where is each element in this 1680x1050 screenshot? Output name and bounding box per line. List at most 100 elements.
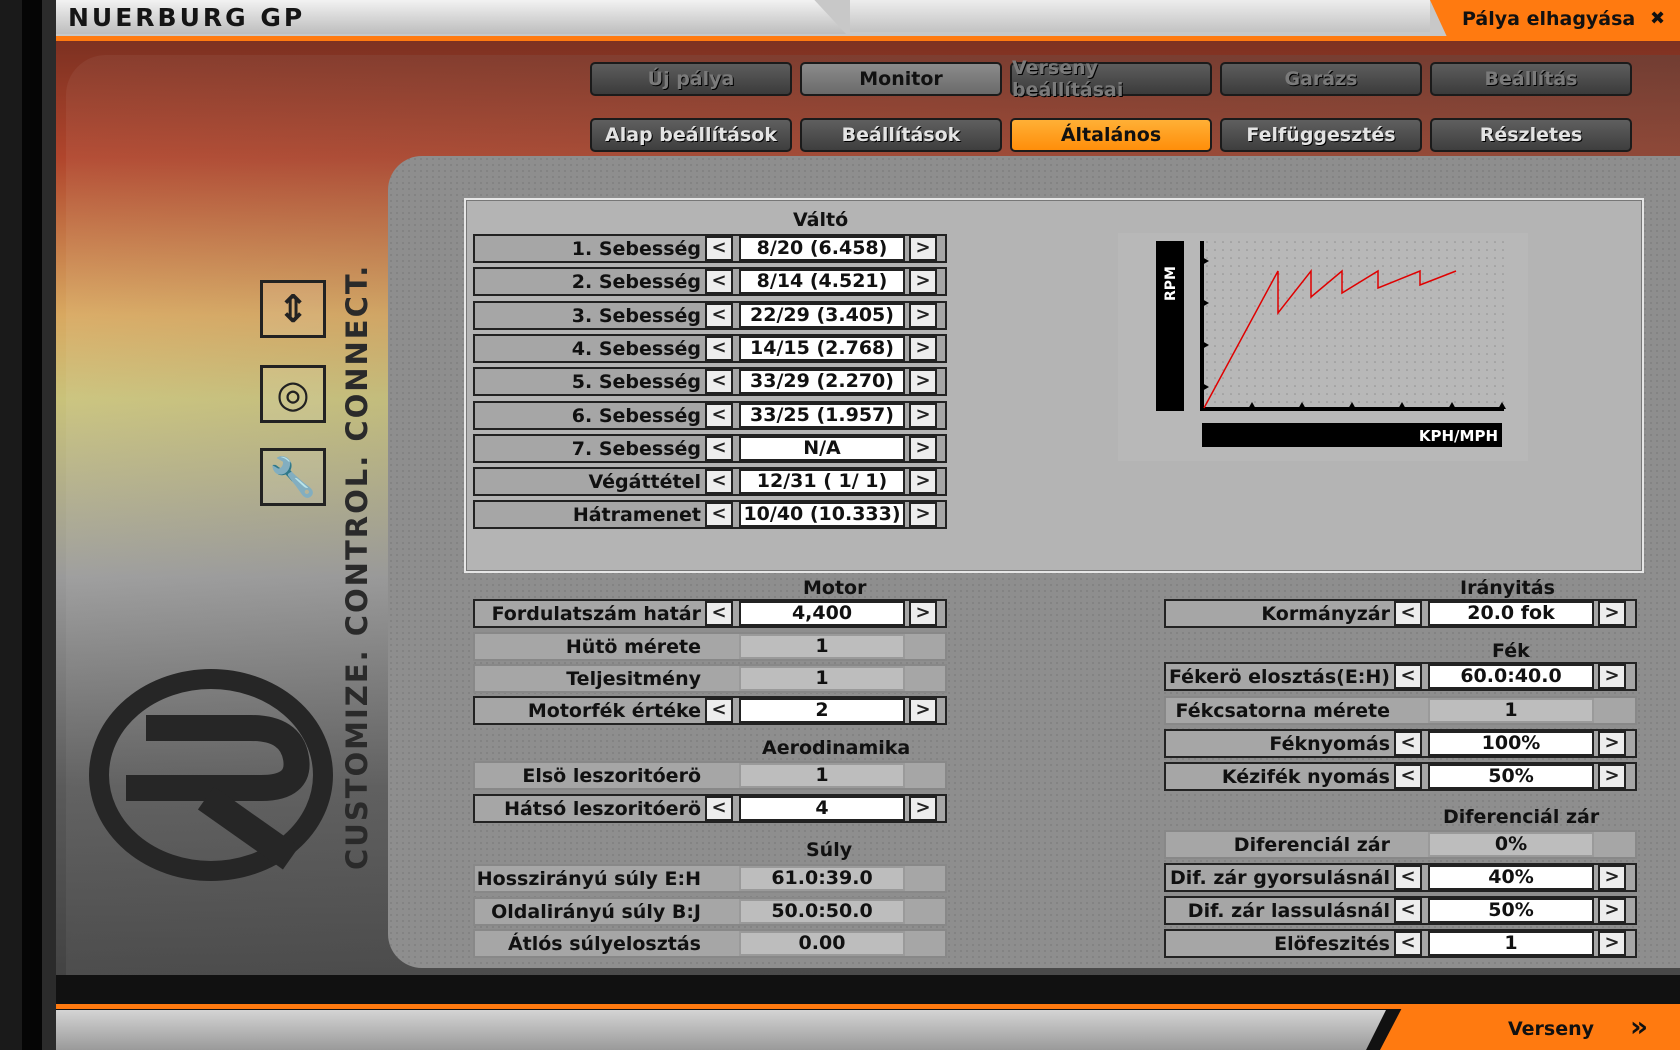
motor-row-2-value: 1	[739, 666, 905, 691]
gear-row-7-increase-button[interactable]: >	[909, 469, 937, 495]
main-tab-1[interactable]: Monitor	[800, 62, 1002, 96]
wrench-icon[interactable]: 🔧	[260, 448, 326, 506]
diff-row-1-decrease-button[interactable]: <	[1394, 865, 1422, 890]
gear-row-5-value: 33/25 (1.957)	[739, 402, 905, 428]
diff-row-3-label: Elöfeszités	[1274, 933, 1390, 955]
header-accent-line	[56, 36, 1680, 41]
gear-row-0-label: 1. Sebesség	[571, 238, 701, 260]
diff-row-1-value: 40%	[1428, 865, 1594, 890]
diff-row-3: Elöfeszités < >1	[1164, 929, 1637, 958]
exit-track-label[interactable]: Pálya elhagyása	[1462, 8, 1635, 30]
gear-row-0-decrease-button[interactable]: <	[705, 236, 733, 261]
gear-row-7-label: Végáttétel	[588, 471, 701, 494]
race-label[interactable]: Verseny	[1508, 1018, 1594, 1040]
gear-row-6: 7. Sebesség < > N/A	[473, 433, 947, 463]
gear-row-3-value: 14/15 (2.768)	[739, 335, 905, 361]
gear-row-3: 4. Sebesség < >14/15 (2.768)	[473, 333, 947, 363]
motor-row-1: Hütö mérete 1	[473, 632, 947, 661]
weight-row-2: Átlós súlyelosztás 0.00	[473, 929, 947, 958]
setup-tab-3[interactable]: Felfüggesztés	[1220, 118, 1422, 152]
main-tab-2[interactable]: Verseny beállításai	[1010, 57, 1212, 101]
steering-row-0-increase-button[interactable]: >	[1598, 601, 1626, 626]
diff-title: Diferenciál zár	[1443, 806, 1600, 828]
aero-row-1-increase-button[interactable]: >	[909, 796, 937, 821]
diff-row-2-increase-button[interactable]: >	[1598, 898, 1626, 923]
setup-tab-4[interactable]: Részletes	[1430, 118, 1632, 152]
diff-row-2-decrease-button[interactable]: <	[1394, 898, 1422, 923]
main-tab-4[interactable]: Beállítás	[1430, 62, 1632, 96]
brake-row-1-label: Fékcsatorna mérete	[1175, 700, 1390, 722]
gear-row-6-decrease-button[interactable]: <	[705, 435, 733, 461]
gear-row-3-decrease-button[interactable]: <	[705, 335, 733, 361]
gear-row-2-increase-button[interactable]: >	[909, 302, 937, 328]
brake-row-3: Kézifék nyomás < >50%	[1164, 762, 1637, 791]
diff-row-1-label: Dif. zár gyorsulásnál	[1170, 867, 1390, 889]
brake-row-2: Féknyomás < >100%	[1164, 729, 1637, 758]
weight-title: Súly	[806, 839, 853, 861]
aero-title: Aerodinamika	[762, 737, 911, 759]
gear-row-0: 1. Sebesség < >8/20 (6.458)	[473, 234, 947, 263]
gear-row-4-decrease-button[interactable]: <	[705, 369, 733, 395]
gear-row-5-increase-button[interactable]: >	[909, 402, 937, 428]
steering-wheel-icon[interactable]: ◎	[260, 365, 326, 423]
gear-row-3-increase-button[interactable]: >	[909, 335, 937, 361]
motor-row-3-label: Motorfék értéke	[527, 700, 701, 722]
weight-row-1: Oldalirányú súly B:J 50.0:50.0	[473, 897, 947, 926]
main-tab-3[interactable]: Garázs	[1220, 62, 1422, 96]
brake-row-0-decrease-button[interactable]: <	[1394, 664, 1422, 689]
weight-row-1-label: Oldalirányú súly B:J	[491, 901, 701, 923]
setup-tab-0[interactable]: Alap beállítások	[590, 118, 792, 152]
motor-row-3-value: 2	[739, 698, 905, 723]
weight-row-0: Hosszirányú súly E:H 61.0:39.0	[473, 864, 947, 893]
brake-row-0-increase-button[interactable]: >	[1598, 664, 1626, 689]
main-tab-0[interactable]: Új pálya	[590, 62, 792, 96]
aero-row-1-decrease-button[interactable]: <	[705, 796, 733, 821]
gear-row-4-increase-button[interactable]: >	[909, 369, 937, 395]
diff-row-1-increase-button[interactable]: >	[1598, 865, 1626, 890]
aero-row-0-value: 1	[739, 763, 905, 788]
double-chevron-right-icon[interactable]: »	[1630, 1010, 1648, 1043]
gear-row-8-increase-button[interactable]: >	[909, 502, 937, 528]
gear-row-6-increase-button[interactable]: >	[909, 435, 937, 461]
brake-row-2-value: 100%	[1428, 731, 1594, 756]
steering-row-0-label: Kormányzár	[1261, 603, 1390, 625]
gear-row-2-decrease-button[interactable]: <	[705, 302, 733, 328]
gear-row-7-decrease-button[interactable]: <	[705, 469, 733, 495]
gear-row-0-increase-button[interactable]: >	[909, 236, 937, 261]
steering-row-0-decrease-button[interactable]: <	[1394, 601, 1422, 626]
motor-row-1-label: Hütö mérete	[565, 636, 701, 658]
diff-row-3-increase-button[interactable]: >	[1598, 931, 1626, 956]
brake-row-3-decrease-button[interactable]: <	[1394, 764, 1422, 789]
gear-row-1-decrease-button[interactable]: <	[705, 269, 733, 295]
brake-row-0-label: Fékerö elosztás(E:H)	[1168, 666, 1390, 688]
setup-tab-2[interactable]: Általános	[1010, 118, 1212, 152]
brake-row-2-decrease-button[interactable]: <	[1394, 731, 1422, 756]
motor-row-3-increase-button[interactable]: >	[909, 698, 937, 723]
brake-row-3-increase-button[interactable]: >	[1598, 764, 1626, 789]
motor-row-2: Teljesitmény 1	[473, 664, 947, 693]
motor-row-0-increase-button[interactable]: >	[909, 601, 937, 626]
gear-row-4-label: 5. Sebesség	[571, 371, 701, 394]
gear-row-1-increase-button[interactable]: >	[909, 269, 937, 295]
gearbox-title: Váltó	[793, 209, 849, 231]
diff-row-0-value: 0%	[1428, 832, 1594, 857]
diff-row-3-decrease-button[interactable]: <	[1394, 931, 1422, 956]
gear-row-8-decrease-button[interactable]: <	[705, 502, 733, 528]
brake-row-2-increase-button[interactable]: >	[1598, 731, 1626, 756]
motor-row-3-decrease-button[interactable]: <	[705, 698, 733, 723]
left-frame-bar-inner	[42, 0, 56, 1050]
aero-row-0: Elsö leszoritóerö 1	[473, 761, 947, 790]
brake-row-0-value: 60.0:40.0	[1428, 664, 1594, 689]
brake-row-3-value: 50%	[1428, 764, 1594, 789]
motor-row-0-decrease-button[interactable]: <	[705, 601, 733, 626]
gear-row-0-value: 8/20 (6.458)	[739, 236, 905, 261]
top-bar-plate	[850, 0, 1430, 32]
motor-row-2-label: Teljesitmény	[566, 668, 701, 690]
weight-row-0-value: 61.0:39.0	[739, 866, 905, 891]
gear-row-2-value: 22/29 (3.405)	[739, 302, 905, 328]
brake-row-3-label: Kézifék nyomás	[1221, 766, 1390, 788]
gear-row-5-decrease-button[interactable]: <	[705, 402, 733, 428]
setup-tab-1[interactable]: Beállítások	[800, 118, 1002, 152]
compress-arrows-icon[interactable]: ⇕	[260, 280, 326, 338]
close-icon[interactable]: ✖	[1650, 8, 1665, 29]
